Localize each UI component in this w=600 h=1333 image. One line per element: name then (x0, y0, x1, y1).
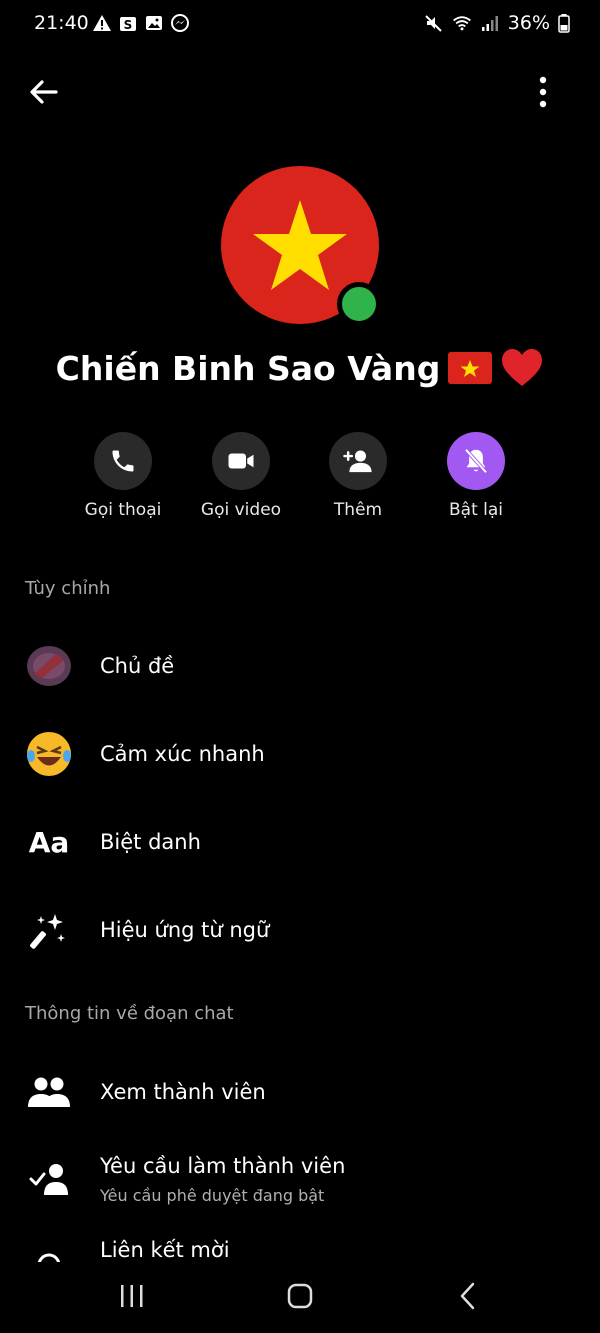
section-header-customize: Tùy chỉnh (25, 578, 111, 599)
recent-apps-icon (121, 1285, 143, 1307)
status-system-icons: 36% (424, 12, 570, 34)
menu-item-quick-reaction[interactable]: Cảm xúc nhanh (0, 724, 600, 784)
theme-icon (24, 641, 74, 691)
mute-icon (425, 15, 442, 32)
vietnam-flag-emoji-icon (448, 352, 493, 384)
profile-name: Chiến Binh Sao Vàng (0, 348, 600, 388)
video-call-circle (212, 432, 270, 490)
warning-icon (93, 15, 111, 31)
phone-icon (112, 450, 134, 472)
nav-back-button[interactable] (438, 1276, 498, 1316)
add-person-icon (343, 450, 372, 473)
add-people-circle (329, 432, 387, 490)
menu-item-member-requests-label: Yêu cầu làm thành viên (100, 1154, 346, 1178)
voice-call-label: Gọi thoại (84, 500, 162, 520)
group-icon (24, 1067, 74, 1117)
link-icon (24, 1240, 74, 1262)
bell-off-icon (464, 448, 488, 474)
menu-item-view-members-label: Xem thành viên (100, 1080, 266, 1104)
battery-percent: 36% (507, 12, 550, 34)
menu-item-invite-link[interactable]: Liên kết mời (0, 1238, 600, 1262)
back-button[interactable] (26, 74, 62, 110)
arrow-left-icon (30, 80, 58, 104)
text-aa-icon: Aa (28, 825, 70, 859)
menu-item-word-effects[interactable]: Hiệu ứng từ ngữ (0, 900, 600, 960)
messenger-icon (171, 14, 189, 32)
menu-item-theme[interactable]: Chủ đề (0, 636, 600, 696)
menu-item-quick-reaction-label: Cảm xúc nhanh (100, 742, 265, 766)
battery-icon (558, 14, 570, 33)
menu-item-nickname-label: Biệt danh (100, 830, 201, 854)
status-time: 21:40 (34, 12, 89, 34)
unmute-label: Bật lại (448, 500, 503, 520)
menu-item-view-members[interactable]: Xem thành viên (0, 1062, 600, 1122)
more-options-button[interactable] (528, 74, 558, 110)
profile-actions: Gọi thoại Gọi video Thêm Bật lại (0, 432, 600, 532)
menu-item-nickname[interactable]: Aa Biệt danh (0, 812, 600, 872)
menu-item-theme-label: Chủ đề (100, 654, 175, 678)
section-header-chat-info: Thông tin về đoạn chat (25, 1003, 234, 1024)
wifi-icon (452, 16, 471, 31)
svg-text:S: S (124, 18, 133, 32)
red-heart-emoji-icon (502, 349, 543, 386)
home-button[interactable] (270, 1276, 330, 1316)
menu-item-member-requests[interactable]: Yêu cầu làm thành viên Yêu cầu phê duyệt… (0, 1148, 600, 1218)
voice-call-circle (94, 432, 152, 490)
laughing-emoji-icon (24, 729, 74, 779)
system-nav-bar (0, 1262, 600, 1333)
video-call-button[interactable]: Gọi video (181, 432, 301, 520)
back-icon (460, 1282, 475, 1310)
unmute-circle (447, 432, 505, 490)
video-icon (228, 453, 254, 469)
member-request-icon (24, 1154, 74, 1204)
menu-item-invite-link-label: Liên kết mời (100, 1238, 230, 1262)
video-call-label: Gọi video (200, 500, 282, 520)
magic-wand-icon (24, 905, 74, 955)
menu-item-member-requests-sublabel: Yêu cầu phê duyệt đang bật (100, 1186, 325, 1205)
signal-icon (481, 16, 498, 31)
home-icon (287, 1283, 313, 1309)
online-status-indicator (337, 282, 381, 326)
voice-call-button[interactable]: Gọi thoại (63, 432, 183, 520)
status-notification-icons: S (92, 13, 190, 33)
unmute-button[interactable]: Bật lại (416, 432, 536, 520)
s-app-icon: S (120, 17, 136, 32)
add-people-label: Thêm (333, 500, 383, 520)
profile-name-text: Chiến Binh Sao Vàng (55, 348, 441, 388)
add-people-button[interactable]: Thêm (298, 432, 418, 520)
more-vertical-icon (539, 76, 547, 108)
gallery-icon (146, 16, 162, 30)
menu-item-word-effects-label: Hiệu ứng từ ngữ (100, 918, 270, 942)
status-bar: 21:40 S 36% (0, 0, 600, 48)
recent-apps-button[interactable] (102, 1276, 162, 1316)
